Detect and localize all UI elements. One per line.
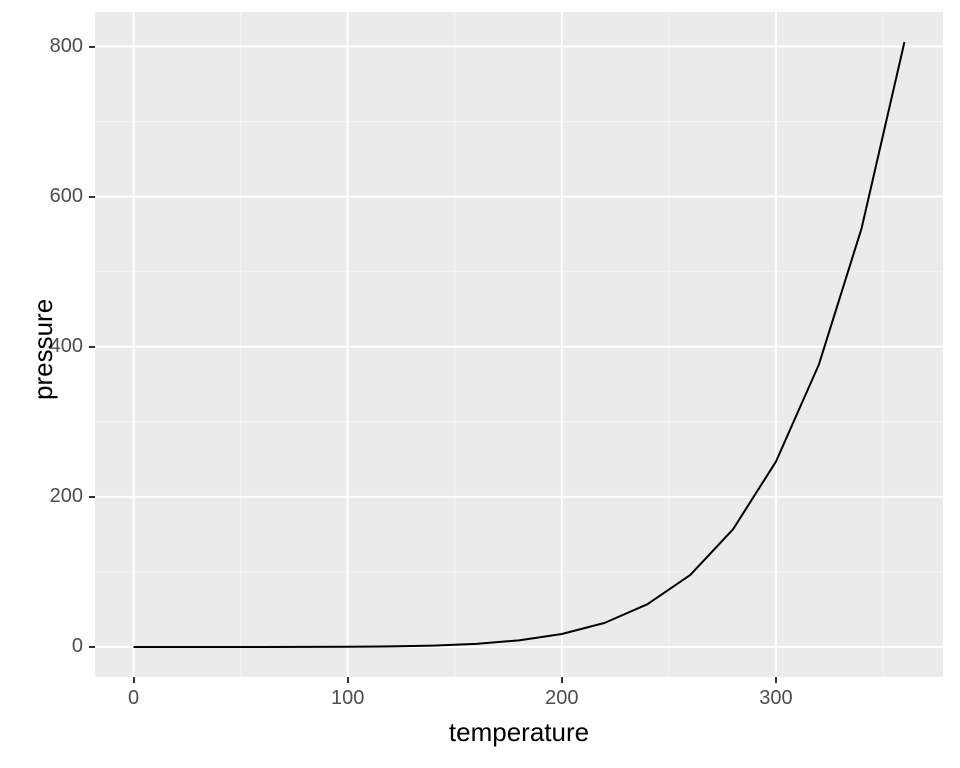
- x-tick-label: 300: [736, 687, 816, 710]
- y-tick: [89, 196, 95, 198]
- y-axis-title: pressure: [28, 298, 59, 399]
- x-axis-title: temperature: [439, 717, 599, 748]
- y-tick-label: 800: [23, 35, 83, 58]
- y-tick-label: 0: [23, 635, 83, 658]
- x-tick: [133, 677, 135, 683]
- data-line: [0, 0, 960, 768]
- x-tick: [347, 677, 349, 683]
- chart-container: 01002003000200400600800 temperature pres…: [0, 0, 960, 768]
- series-line: [134, 42, 905, 647]
- y-tick: [89, 46, 95, 48]
- x-tick-label: 0: [94, 687, 174, 710]
- y-tick-label: 600: [23, 185, 83, 208]
- y-tick-label: 200: [23, 485, 83, 508]
- x-tick: [775, 677, 777, 683]
- x-tick-label: 200: [522, 687, 602, 710]
- x-tick: [561, 677, 563, 683]
- x-tick-label: 100: [308, 687, 388, 710]
- y-tick: [89, 646, 95, 648]
- y-tick: [89, 496, 95, 498]
- y-tick: [89, 346, 95, 348]
